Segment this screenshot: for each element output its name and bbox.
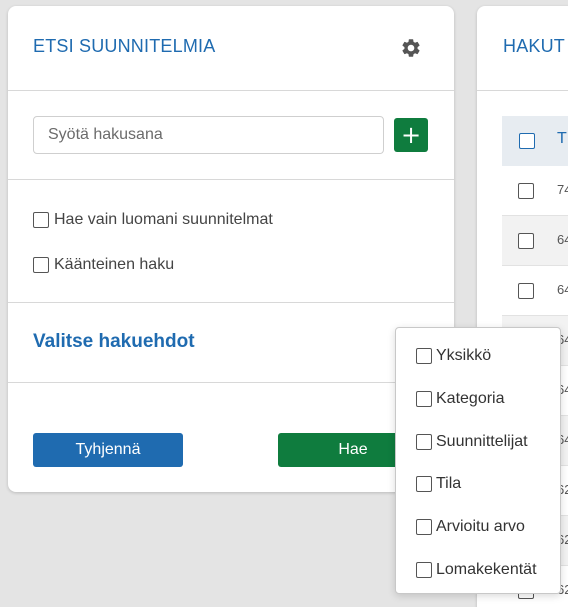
row-checkbox[interactable] (518, 283, 534, 299)
search-input[interactable] (33, 116, 384, 154)
option-label: Yksikkö (436, 347, 492, 364)
row-cell: 74 (557, 182, 568, 197)
search-plans-panel: ETSI SUUNNITELMIA + Hae vain luomani suu… (8, 6, 454, 492)
option-label: Lomakekentät (436, 561, 537, 578)
criteria-option-status[interactable]: Tila (416, 475, 461, 493)
only-my-plans-checkbox[interactable]: Hae vain luomani suunnitelmat (33, 211, 273, 229)
option-label: Arvioitu arvo (436, 518, 525, 535)
checkbox-label: Hae vain luomani suunnitelmat (54, 211, 273, 228)
checkbox[interactable] (33, 257, 49, 273)
divider (8, 90, 454, 91)
divider (8, 382, 454, 383)
criteria-option-unit[interactable]: Yksikkö (416, 347, 491, 365)
row-cell: 64 (557, 232, 568, 247)
divider (477, 90, 568, 91)
checkbox[interactable] (416, 391, 432, 407)
option-label: Kategoria (436, 390, 505, 407)
select-all-checkbox[interactable] (519, 133, 535, 149)
column-header[interactable]: T (557, 130, 567, 148)
criteria-option-estimated-value[interactable]: Arvioitu arvo (416, 518, 525, 536)
checkbox[interactable] (33, 212, 49, 228)
checkbox[interactable] (416, 434, 432, 450)
divider (8, 302, 454, 303)
criteria-dropdown: Yksikkö Kategoria Suunnittelijat Tila Ar… (395, 327, 561, 594)
table-header: T (502, 116, 568, 166)
option-label: Suunnittelijat (436, 433, 528, 450)
panel-title: HAKUT (503, 36, 566, 56)
gear-icon[interactable] (400, 37, 422, 59)
checkbox[interactable] (416, 348, 432, 364)
reverse-search-checkbox[interactable]: Käänteinen haku (33, 256, 174, 274)
table-row[interactable]: 64 (502, 216, 568, 266)
row-checkbox[interactable] (518, 183, 534, 199)
criteria-option-form-fields[interactable]: Lomakekentät (416, 561, 537, 579)
checkbox[interactable] (416, 476, 432, 492)
option-label: Tila (436, 475, 462, 492)
criteria-option-category[interactable]: Kategoria (416, 390, 505, 408)
row-cell: 64 (557, 282, 568, 297)
table-row[interactable]: 74 (502, 166, 568, 216)
row-checkbox[interactable] (518, 233, 534, 249)
checkbox-label: Käänteinen haku (54, 256, 175, 273)
divider (8, 179, 454, 180)
select-criteria-link[interactable]: Valitse hakuehdot (33, 331, 195, 353)
add-button[interactable]: + (394, 118, 428, 152)
panel-title: ETSI SUUNNITELMIA (33, 36, 216, 56)
clear-button[interactable]: Tyhjennä (33, 433, 183, 467)
checkbox[interactable] (416, 562, 432, 578)
criteria-option-planners[interactable]: Suunnittelijat (416, 433, 528, 451)
table-row[interactable]: 64 (502, 266, 568, 316)
checkbox[interactable] (416, 519, 432, 535)
